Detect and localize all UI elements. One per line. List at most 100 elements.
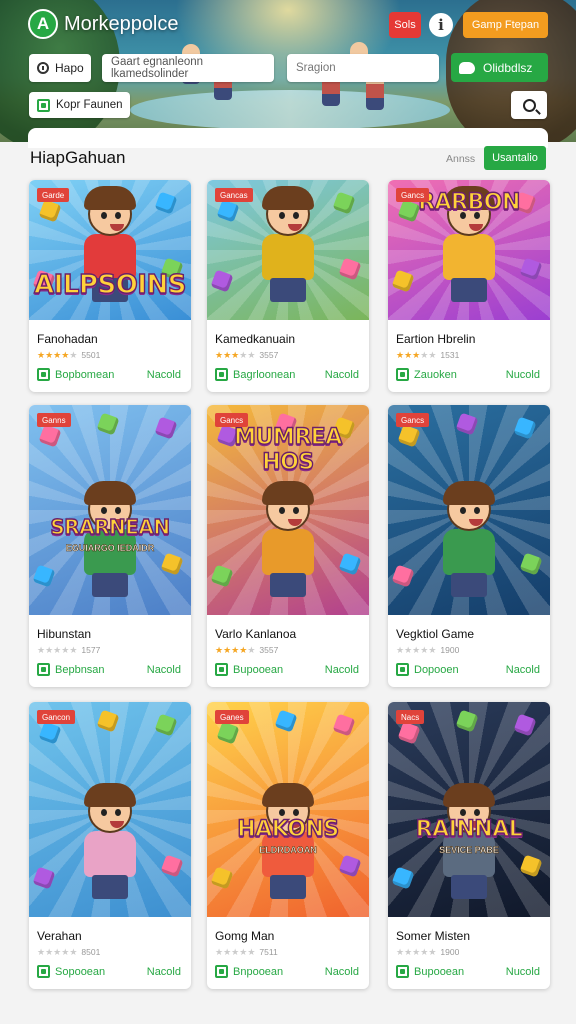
character-body: [443, 529, 495, 575]
star-icon: ★: [420, 946, 429, 957]
card-price-link[interactable]: Nacold: [147, 369, 181, 381]
game-thumbnail[interactable]: RARBON Gancs: [388, 180, 550, 320]
game-title[interactable]: Verahan: [37, 929, 82, 943]
game-thumbnail[interactable]: HAKONS ELDRDAOAN Ganes: [207, 702, 369, 917]
game-title[interactable]: Fanohadan: [37, 332, 98, 346]
card-action-button[interactable]: Sopooean: [37, 965, 105, 978]
character-hair: [262, 481, 314, 505]
rating: ★ ★ ★ ★ ★ 8501: [37, 947, 100, 957]
star-icon: ★: [37, 349, 46, 360]
game-card[interactable]: Gancs Vegktiol Game ★ ★ ★ ★ ★ 1900 Dopooen Nacol…: [388, 405, 550, 687]
rating: ★ ★ ★ ★ ★ 1531: [396, 350, 459, 360]
rating: ★ ★ ★ ★ ★ 5501: [37, 350, 100, 360]
card-action-button[interactable]: Bupooean: [396, 965, 464, 978]
card-price-link[interactable]: Nucold: [506, 369, 540, 381]
star-icon: ★: [231, 946, 240, 957]
character-legs: [270, 278, 306, 302]
game-card[interactable]: AILPSOINS Garde Fanohadan ★ ★ ★ ★ ★ 5501 Bopbome…: [29, 180, 191, 392]
game-title[interactable]: Gomg Man: [215, 929, 274, 943]
sort-button[interactable]: Usantalio: [484, 146, 546, 170]
sale-button[interactable]: Sols: [389, 12, 421, 38]
game-character: [256, 481, 320, 597]
card-price-link[interactable]: Nacold: [325, 369, 359, 381]
rating-count: 1900: [440, 645, 460, 655]
game-thumbnail[interactable]: Gancs: [388, 405, 550, 615]
card-price-link[interactable]: Nacold: [147, 664, 181, 676]
card-action-button[interactable]: Dopooen: [396, 663, 459, 676]
card-price-link[interactable]: Nacold: [147, 966, 181, 978]
category-badge: Gancs: [396, 413, 430, 427]
game-thumbnail[interactable]: Gancon: [29, 702, 191, 917]
card-price-link[interactable]: Nucold: [506, 966, 540, 978]
card-price-link[interactable]: Nacold: [506, 664, 540, 676]
game-card[interactable]: MUMREA HOS Gancs Varlo Kanlanoa ★ ★ ★ ★ ★ 3557 B…: [207, 405, 369, 687]
card-action-label: Bepbnsan: [55, 663, 105, 676]
game-thumbnail[interactable]: RAINNAL SEVICE PABE Nacs: [388, 702, 550, 917]
game-card[interactable]: Gancas Kamedkanuain ★ ★ ★ ★ ★ 3557 Bagrloonean N…: [207, 180, 369, 392]
game-thumbnail[interactable]: Gancas: [207, 180, 369, 320]
info-icon[interactable]: i: [429, 13, 453, 37]
star-rating: ★ ★ ★ ★ ★: [396, 946, 436, 957]
card-action-label: Bupooean: [414, 965, 465, 978]
character-body: [84, 831, 136, 877]
star-icon: ★: [45, 644, 54, 655]
character-eye: [115, 212, 121, 219]
character-body: [262, 529, 314, 575]
game-title[interactable]: Varlo Kanlanoa: [215, 627, 296, 641]
game-card[interactable]: Gancon Verahan ★ ★ ★ ★ ★ 8501 Sopooean Nacold: [29, 702, 191, 989]
character-eye: [293, 212, 299, 219]
category-badge: Ganes: [215, 710, 249, 724]
card-price-link[interactable]: Nacold: [325, 664, 359, 676]
search-button[interactable]: [511, 91, 547, 119]
card-action-label: Bagrloonean: [233, 368, 296, 381]
rating-count: 5501: [81, 350, 101, 360]
game-title[interactable]: Kamedkanuain: [215, 332, 295, 346]
star-icon: ★: [428, 644, 437, 655]
card-action-button[interactable]: Zauoken: [396, 368, 457, 381]
game-thumbnail[interactable]: MUMREA HOS Gancs: [207, 405, 369, 615]
game-card[interactable]: RAINNAL SEVICE PABE Nacs Somer Misten ★ ★ ★ ★ ★ 1…: [388, 702, 550, 989]
card-price-link[interactable]: Nacold: [325, 966, 359, 978]
checkbox-icon: [396, 965, 409, 978]
game-card[interactable]: RARBON Gancs Eartion Hbrelin ★ ★ ★ ★ ★ 1531 Zauo…: [388, 180, 550, 392]
card-action-button[interactable]: Bepbnsan: [37, 663, 105, 676]
game-character: [256, 186, 320, 302]
filter-chip[interactable]: Kopr Faunen: [29, 92, 130, 118]
character-eye: [279, 212, 285, 219]
game-title[interactable]: Vegktiol Game: [396, 627, 474, 641]
game-card[interactable]: SRARNEAN EGUIARGO IEDAIDR Ganns Hibunstan ★ ★…: [29, 405, 191, 687]
star-icon: ★: [247, 349, 256, 360]
thumbnail-title: AILPSOINS: [33, 269, 187, 300]
game-character: [78, 783, 142, 899]
game-card[interactable]: HAKONS ELDRDAOAN Ganes Gomg Man ★ ★ ★ ★ ★ 7511 Bn…: [207, 702, 369, 989]
home-chip[interactable]: Hapo: [29, 54, 91, 82]
game-title[interactable]: Eartion Hbrelin: [396, 332, 475, 346]
game-promo-button[interactable]: Gamp Ftepan: [463, 12, 548, 38]
character-mouth: [110, 821, 124, 828]
rating: ★ ★ ★ ★ ★ 3557: [215, 645, 278, 655]
character-mouth: [469, 224, 483, 231]
card-action-button[interactable]: Bnpooean: [215, 965, 283, 978]
game-thumbnail[interactable]: SRARNEAN EGUIARGO IEDAIDR Ganns: [29, 405, 191, 615]
thumbnail-title: HAKONS: [237, 816, 340, 842]
region-input[interactable]: Sragion: [287, 54, 439, 82]
rating: ★ ★ ★ ★ ★ 1900: [396, 947, 459, 957]
star-icon: ★: [239, 946, 248, 957]
game-thumbnail[interactable]: AILPSOINS Garde: [29, 180, 191, 320]
game-title[interactable]: Somer Misten: [396, 929, 470, 943]
card-action-button[interactable]: Bagrloonean: [215, 368, 295, 381]
character-eye: [460, 809, 466, 816]
card-action-button[interactable]: Bupooean: [215, 663, 283, 676]
game-title[interactable]: Hibunstan: [37, 627, 91, 641]
star-rating: ★ ★ ★ ★ ★: [215, 644, 256, 655]
search-input[interactable]: Gaart egnanleonn lkamedsolinder: [102, 54, 274, 82]
card-action-button[interactable]: Bopbomean: [37, 368, 114, 381]
primary-action-button[interactable]: Olidbdlsz: [451, 53, 548, 82]
rating-count: 1531: [440, 350, 460, 360]
star-icon: ★: [247, 644, 256, 655]
app-logo[interactable]: A Morkeppolce: [28, 9, 179, 39]
rating: ★ ★ ★ ★ ★ 3557: [215, 350, 278, 360]
character-hair: [262, 783, 314, 807]
star-rating: ★ ★ ★ ★ ★: [215, 946, 255, 957]
star-icon: ★: [37, 644, 46, 655]
